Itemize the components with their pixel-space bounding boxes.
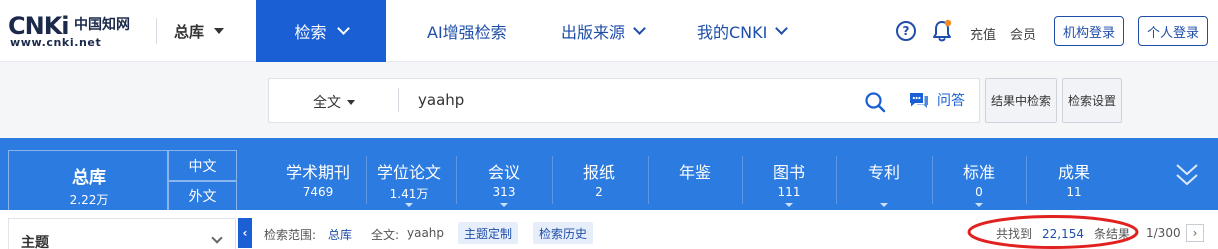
- category-divider: [742, 156, 743, 204]
- logo-url: www.cnki.net: [10, 36, 102, 49]
- category-total-label: 总库: [72, 168, 106, 188]
- chevron-down-icon: [336, 22, 350, 35]
- category-count: 1.41万: [389, 187, 429, 201]
- nav-tab-ai-search-label: AI增强检索: [427, 23, 507, 42]
- category-divider: [366, 156, 367, 204]
- language-tab-chinese[interactable]: 中文: [168, 150, 237, 181]
- category-label: 学位论文: [376, 163, 441, 182]
- fulltext-label: 全文:: [371, 228, 400, 242]
- category-label: 报纸: [582, 163, 615, 182]
- database-select[interactable]: 总库: [174, 18, 225, 44]
- help-icon[interactable]: ?: [896, 21, 916, 41]
- language-tab-foreign[interactable]: 外文: [168, 181, 237, 210]
- caret-down-icon: [347, 99, 355, 105]
- page-indicator: 1/300: [1146, 226, 1181, 240]
- topic-custom-button[interactable]: 主题定制: [458, 222, 519, 244]
- bell-icon[interactable]: [931, 19, 953, 43]
- annotation-ellipse: [967, 215, 1139, 249]
- member-link[interactable]: 会员: [1010, 24, 1036, 43]
- category-count: 0: [975, 185, 983, 199]
- category-label: 会议: [487, 163, 520, 182]
- category-book[interactable]: 图书 111: [746, 150, 832, 210]
- caret-down-icon: [500, 203, 508, 207]
- search-icon[interactable]: [864, 91, 886, 113]
- next-page-button[interactable]: ›: [1186, 224, 1204, 242]
- expand-categories-icon[interactable]: [1174, 160, 1200, 190]
- category-divider: [456, 156, 457, 204]
- category-conference[interactable]: 会议 313: [462, 150, 546, 210]
- topic-group-label: 主题: [21, 235, 49, 249]
- category-divider: [648, 156, 649, 204]
- category-label: 图书: [772, 163, 805, 182]
- category-divider: [1026, 156, 1027, 204]
- search-settings-button[interactable]: 检索设置: [1062, 78, 1122, 123]
- category-count: 2: [595, 185, 603, 199]
- nav-tab-ai-search[interactable]: AI增强检索: [427, 0, 507, 62]
- caret-down-icon: [975, 203, 983, 207]
- category-count: 111: [777, 185, 801, 199]
- cnki-logo[interactable]: CNKi 中国知网 www.cnki.net: [8, 13, 136, 49]
- caret-down-icon: [405, 203, 413, 207]
- chat-bubble-icon: [910, 93, 928, 108]
- scope-value: 总库: [328, 228, 353, 242]
- category-divider: [552, 156, 553, 204]
- category-newspaper[interactable]: 报纸 2: [556, 150, 642, 210]
- category-count: 313: [492, 185, 516, 199]
- category-label: 专利: [867, 163, 900, 182]
- category-divider: [836, 156, 837, 204]
- category-label: 学术期刊: [285, 163, 350, 182]
- category-standard[interactable]: 标准 0: [936, 150, 1022, 210]
- category-total-count: 2.22万: [69, 193, 109, 207]
- nav-tab-my-cnki-label: 我的CNKI: [697, 23, 768, 42]
- category-patent[interactable]: 专利: [840, 150, 928, 210]
- search-input[interactable]: [418, 88, 848, 112]
- topic-group-select[interactable]: 主题: [8, 218, 236, 249]
- personal-login-button[interactable]: 个人登录: [1138, 16, 1208, 46]
- category-count: 11: [1066, 185, 1082, 199]
- recharge-link[interactable]: 充值: [970, 24, 996, 43]
- chevron-down-icon: [633, 22, 646, 35]
- chevron-down-icon: [775, 22, 789, 35]
- category-divider: [932, 156, 933, 204]
- database-select-label: 总库: [174, 22, 205, 41]
- org-login-button[interactable]: 机构登录: [1054, 16, 1124, 46]
- nav-tab-search-label: 检索: [294, 23, 327, 42]
- qa-button[interactable]: 问答: [908, 90, 965, 110]
- nav-tab-my-cnki[interactable]: 我的CNKI: [697, 0, 789, 62]
- caret-down-icon: [214, 28, 225, 34]
- search-within-results-button[interactable]: 结果中检索: [985, 78, 1057, 123]
- category-achievement[interactable]: 成果 11: [1030, 150, 1118, 210]
- category-yearbook[interactable]: 年鉴: [652, 150, 738, 210]
- nav-tab-publication-source-label: 出版来源: [561, 23, 626, 42]
- scope-label: 检索范围:: [264, 228, 317, 242]
- category-total[interactable]: 总库 2.22万: [8, 150, 168, 210]
- category-journal[interactable]: 学术期刊 7469: [274, 150, 362, 210]
- logo-chinese-name: 中国知网: [74, 17, 130, 33]
- qa-button-label: 问答: [937, 93, 965, 109]
- nav-tab-publication-source[interactable]: 出版来源: [561, 0, 646, 62]
- category-label: 标准: [962, 163, 995, 182]
- search-history-button[interactable]: 检索历史: [533, 222, 594, 244]
- logo-divider: [156, 18, 157, 44]
- caret-down-icon: [785, 203, 793, 207]
- category-count: 7469: [302, 185, 334, 199]
- category-label: 成果: [1057, 163, 1090, 182]
- nav-tab-search[interactable]: 检索: [256, 0, 386, 62]
- collapse-sidebar-button[interactable]: ‹: [238, 218, 252, 248]
- category-thesis[interactable]: 学位论文 1.41万: [370, 150, 448, 210]
- search-field-divider: [398, 88, 399, 112]
- chevron-down-icon: [211, 232, 223, 244]
- fulltext-value: yaahp: [407, 226, 445, 240]
- category-label: 年鉴: [678, 163, 711, 182]
- search-field-select[interactable]: 全文: [313, 92, 355, 112]
- search-field-label: 全文: [313, 95, 341, 111]
- caret-down-icon: [880, 203, 888, 207]
